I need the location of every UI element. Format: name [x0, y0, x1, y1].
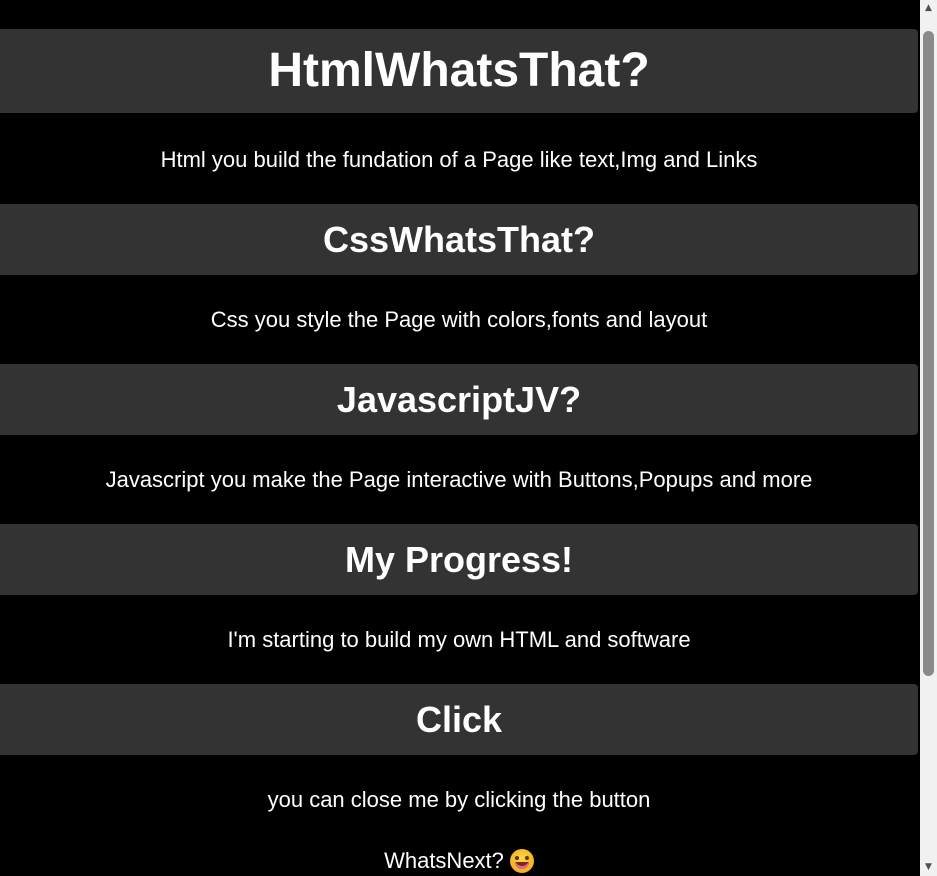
scrollbar-thumb[interactable]: [923, 31, 934, 676]
html-section-heading[interactable]: HtmlWhatsThat?: [0, 29, 918, 113]
javascript-section-text: Javascript you make the Page interactive…: [105, 467, 813, 492]
click-section-text: you can close me by clicking the button: [267, 787, 651, 812]
grinning-face-with-tongue-icon: [509, 849, 534, 873]
html-section-text: Html you build the fundation of a Page l…: [160, 147, 758, 172]
css-section-text: Css you style the Page with colors,fonts…: [210, 307, 708, 332]
progress-section-heading[interactable]: My Progress!: [0, 524, 918, 595]
whats-next-label: WhatsNext?: [384, 848, 504, 873]
whats-next-text: WhatsNext?: [0, 848, 918, 874]
click-section-heading[interactable]: Click: [0, 684, 918, 755]
scroll-up-arrow-icon[interactable]: ▲: [920, 0, 937, 17]
scroll-down-arrow-icon[interactable]: ▼: [920, 859, 937, 876]
page-content: HtmlWhatsThat? Html you build the fundat…: [0, 0, 920, 876]
css-section-heading[interactable]: CssWhatsThat?: [0, 204, 918, 275]
progress-section-text: I'm starting to build my own HTML and so…: [227, 627, 691, 652]
vertical-scrollbar[interactable]: ▲ ▼: [920, 0, 937, 876]
javascript-section-heading[interactable]: JavascriptJV?: [0, 364, 918, 435]
